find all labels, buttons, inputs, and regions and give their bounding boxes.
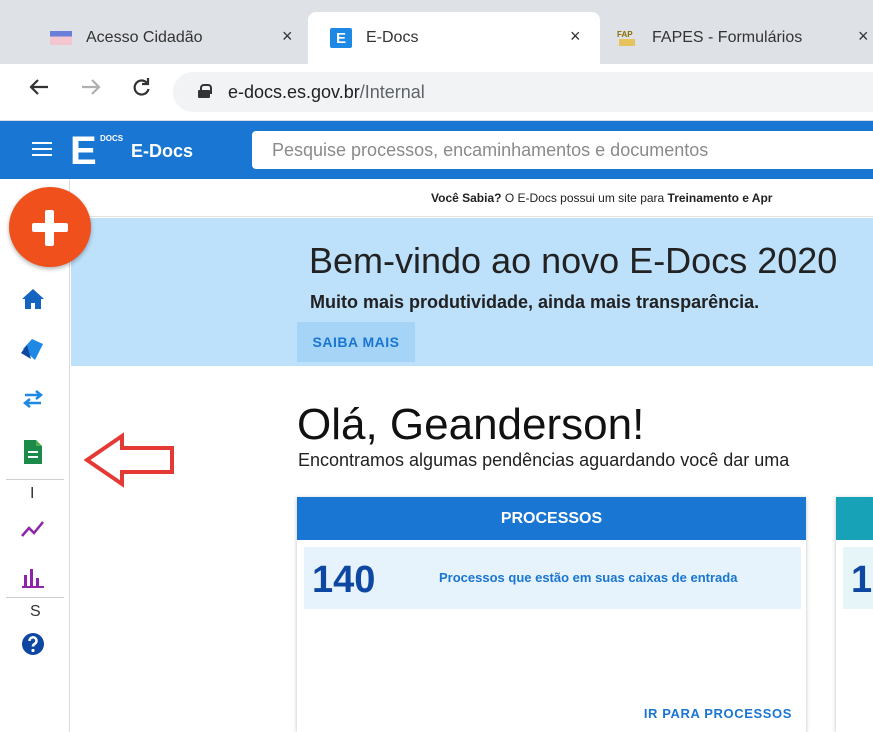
acesso-cidadao-favicon-icon xyxy=(50,29,72,47)
card-stat[interactable]: 1 xyxy=(843,547,873,609)
trend-chart-icon[interactable] xyxy=(20,516,46,542)
search-input[interactable] xyxy=(252,131,873,169)
url-omnibox[interactable]: e-docs.es.gov.br/Internal xyxy=(173,72,873,112)
fapes-favicon-icon: FAP xyxy=(616,29,638,47)
tab-label: E-Docs xyxy=(366,29,419,46)
app-header: E DOCS E-Docs xyxy=(0,121,873,179)
card-description: Processos que estão em suas caixas de en… xyxy=(439,570,738,585)
banner-subtitle: Muito mais produtividade, ainda mais tra… xyxy=(310,292,760,312)
reload-icon[interactable] xyxy=(130,76,152,105)
forward-arrow-icon[interactable] xyxy=(80,76,102,105)
card-count: 1 xyxy=(851,559,873,601)
close-tab-icon[interactable]: × xyxy=(282,26,293,47)
tab-label: Acesso Cidadão xyxy=(86,29,203,46)
card-header xyxy=(836,497,873,540)
url-text[interactable]: e-docs.es.gov.br/Internal xyxy=(228,82,425,103)
bar-chart-icon[interactable] xyxy=(20,564,46,590)
document-icon[interactable] xyxy=(20,439,46,465)
app-brand[interactable]: E-Docs xyxy=(131,141,193,162)
hamburger-menu-icon[interactable] xyxy=(32,142,52,156)
close-tab-icon[interactable]: × xyxy=(570,26,581,47)
edocs-logo[interactable]: E DOCS xyxy=(70,131,123,171)
tab-label: FAPES - Formulários xyxy=(652,29,803,46)
greeting-subtitle: Encontramos algumas pendências aguardand… xyxy=(298,450,790,470)
help-icon[interactable] xyxy=(20,631,46,657)
card-count: 140 xyxy=(312,559,376,601)
card-header: PROCESSOS xyxy=(297,497,806,540)
sidebar-divider xyxy=(6,479,64,480)
browser-tab-bar: Acesso Cidadão × E E-Docs × FAP FAPES - … xyxy=(0,0,873,64)
tip-text: Você Sabia? O E-Docs possui um site para… xyxy=(431,191,773,205)
card-stat[interactable]: 140 Processos que estão em suas caixas d… xyxy=(304,547,801,609)
browser-tab-fapes[interactable]: FAP FAPES - Formulários × xyxy=(604,12,873,64)
processos-card: PROCESSOS 140 Processos que estão em sua… xyxy=(297,497,806,732)
close-tab-icon[interactable]: × xyxy=(858,26,869,47)
browser-tab-edocs[interactable]: E E-Docs × xyxy=(308,12,600,64)
browser-tab-acesso-cidadao[interactable]: Acesso Cidadão × xyxy=(18,12,304,64)
sidebar-section-s: S xyxy=(30,603,41,620)
welcome-banner: Bem-vindo ao novo E-Docs 2020 Muito mais… xyxy=(71,218,873,366)
greeting-title: Olá, Geanderson! xyxy=(297,400,645,449)
browser-address-bar: e-docs.es.gov.br/Internal xyxy=(0,64,873,121)
banner-title: Bem-vindo ao novo E-Docs 2020 xyxy=(309,240,838,281)
saiba-mais-button[interactable]: SAIBA MAIS xyxy=(297,322,415,362)
svg-text:FAP: FAP xyxy=(617,30,633,39)
tip-bar: Você Sabia? O E-Docs possui um site para… xyxy=(71,179,873,217)
search-box[interactable] xyxy=(252,131,873,169)
edocs-favicon-icon: E xyxy=(330,28,352,48)
new-item-fab-button[interactable] xyxy=(9,187,91,267)
annotation-arrow-icon xyxy=(84,432,174,488)
lock-icon xyxy=(198,84,212,98)
sidebar-divider xyxy=(6,597,64,598)
sidebar-section-i: I xyxy=(30,485,35,502)
tags-icon[interactable] xyxy=(20,336,46,362)
ir-para-processos-link[interactable]: IR PARA PROCESSOS xyxy=(644,706,792,721)
home-icon[interactable] xyxy=(20,286,46,312)
exchange-icon[interactable] xyxy=(20,386,46,412)
back-arrow-icon[interactable] xyxy=(28,76,50,105)
second-card: 1 xyxy=(836,497,873,732)
